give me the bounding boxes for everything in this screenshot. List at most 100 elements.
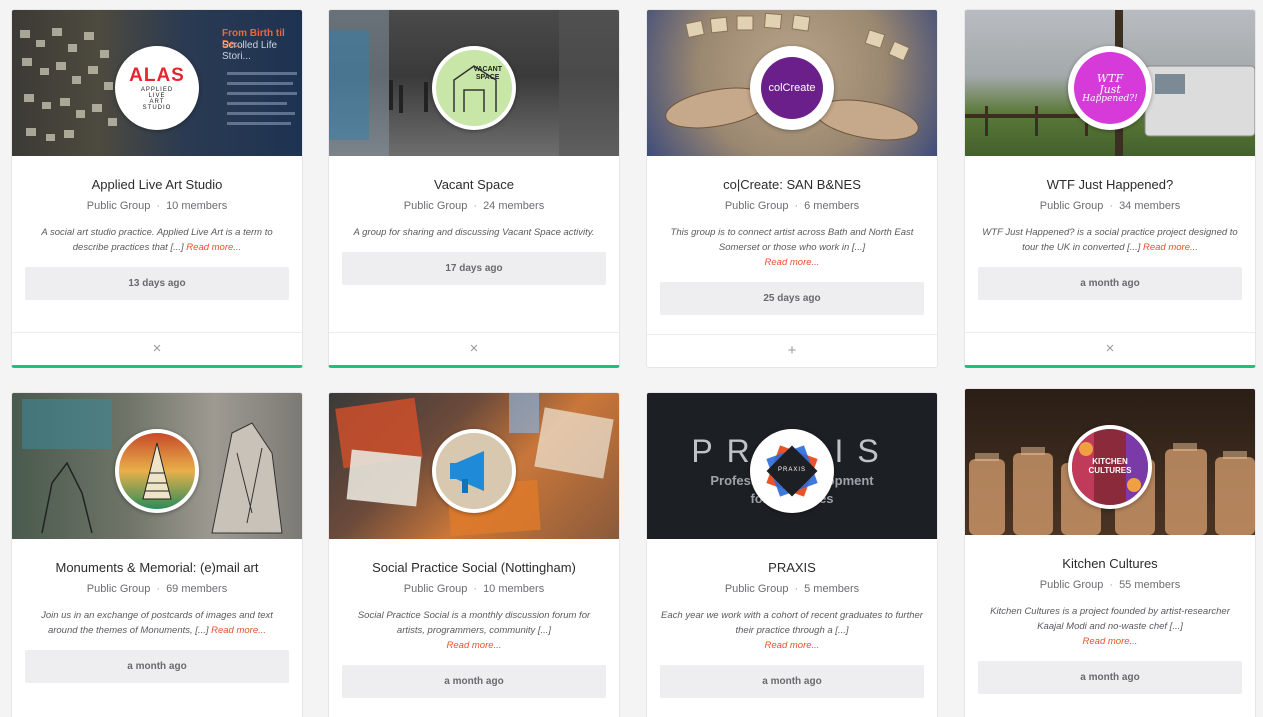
group-avatar[interactable]: colCreate <box>750 46 834 130</box>
logo-text: WTF Just Happened?! <box>1074 52 1146 124</box>
group-cover-image[interactable]: VACANT SPACE <box>329 10 619 156</box>
last-activity: a month ago <box>342 665 606 698</box>
leave-group-button[interactable]: × <box>329 332 619 365</box>
group-card-monuments-memorial[interactable]: Monuments & Memorial: (e)mail art Public… <box>11 392 303 717</box>
megaphone-icon <box>436 433 512 509</box>
group-avatar[interactable] <box>432 429 516 513</box>
group-avatar[interactable]: ALAS APPLIED LIVE ART STUDIO <box>115 46 199 130</box>
group-avatar[interactable]: KITCHEN CULTURES <box>1068 425 1152 509</box>
group-cover-image[interactable] <box>329 393 619 539</box>
read-more-link[interactable]: Read more... <box>1143 242 1198 253</box>
meta-separator: · <box>1109 579 1114 591</box>
last-activity: a month ago <box>660 665 924 698</box>
read-more-link[interactable]: Read more... <box>765 257 820 268</box>
group-type: Public Group <box>403 583 468 595</box>
group-cover-image[interactable]: PRAXIS Professional Development for grad… <box>647 393 937 539</box>
group-avatar[interactable]: PRAXIS <box>750 429 834 513</box>
read-more-link[interactable]: Read more... <box>765 640 820 651</box>
group-type: Public Group <box>724 583 789 595</box>
group-title[interactable]: Social Practice Social (Nottingham) <box>329 560 619 575</box>
logo-line: CULTURES <box>1088 466 1132 475</box>
description-text: A group for sharing and discussing Vacan… <box>353 227 595 238</box>
group-title[interactable]: Monuments & Memorial: (e)mail art <box>12 560 302 575</box>
group-meta: Public Group · 6 members <box>647 200 937 212</box>
logo-line: WTF <box>1096 71 1124 85</box>
group-cover-image[interactable]: WTF Just Happened?! <box>965 10 1255 156</box>
meta-separator: · <box>1109 200 1114 212</box>
meta-separator: · <box>156 583 161 595</box>
meta-separator: · <box>473 583 478 595</box>
last-activity: 13 days ago <box>25 267 289 300</box>
group-description: Each year we work with a cohort of recen… <box>661 608 923 653</box>
group-card-applied-live-art-studio[interactable]: From Birth til De... Scrolled Life Stori… <box>11 9 303 368</box>
group-title[interactable]: co|Create: SAN B&NES <box>647 177 937 192</box>
meta-separator: · <box>473 200 478 212</box>
group-title[interactable]: PRAXIS <box>647 560 937 575</box>
group-members: 34 members <box>1119 200 1181 212</box>
group-description: A social art studio practice. Applied Li… <box>26 225 288 255</box>
description-text: Social Practice Social is a monthly disc… <box>357 610 591 636</box>
group-card-social-practice-social[interactable]: Social Practice Social (Nottingham) Publ… <box>328 392 620 717</box>
group-avatar[interactable]: VACANT SPACE <box>432 46 516 130</box>
group-members: 55 members <box>1119 579 1181 591</box>
group-cover-image[interactable] <box>12 393 302 539</box>
group-title[interactable]: Applied Live Art Studio <box>12 177 302 192</box>
group-card-praxis[interactable]: PRAXIS Professional Development for grad… <box>646 392 938 717</box>
group-description: A group for sharing and discussing Vacan… <box>343 225 605 240</box>
leave-group-button[interactable]: × <box>965 332 1255 365</box>
group-description: This group is to connect artist across B… <box>661 225 923 270</box>
last-activity: a month ago <box>25 650 289 683</box>
close-icon: × <box>469 340 479 357</box>
group-meta: Public Group · 34 members <box>965 200 1255 212</box>
group-card-wtf-just-happened[interactable]: WTF Just Happened?! WTF Just Happened? P… <box>964 9 1256 368</box>
group-title[interactable]: Kitchen Cultures <box>965 556 1255 571</box>
group-description: Social Practice Social is a monthly disc… <box>343 608 605 653</box>
group-members: 10 members <box>483 583 545 595</box>
group-card-vacant-space[interactable]: VACANT SPACE Vacant Space Public Group · 24… <box>328 9 620 368</box>
group-card-cocreate-san-bnes[interactable]: colCreate co|Create: SAN B&NES Public Gr… <box>646 9 938 368</box>
last-activity: 25 days ago <box>660 282 924 315</box>
group-type: Public Group <box>1039 579 1104 591</box>
group-cover-image[interactable]: KITCHEN CULTURES <box>965 389 1255 535</box>
group-title[interactable]: WTF Just Happened? <box>965 177 1255 192</box>
group-card-kitchen-cultures[interactable]: KITCHEN CULTURES Kitchen Cultures Public … <box>964 388 1256 717</box>
group-avatar[interactable] <box>115 429 199 513</box>
group-cover-image[interactable]: colCreate <box>647 10 937 156</box>
logo-text: ALAS <box>129 64 185 86</box>
logo-text: STUDIO <box>142 104 172 111</box>
read-more-link[interactable]: Read more... <box>447 640 502 651</box>
plus-icon: + <box>787 342 797 359</box>
join-group-button[interactable]: + <box>647 334 937 367</box>
read-more-link[interactable]: Read more... <box>186 242 241 253</box>
group-members: 6 members <box>804 200 860 212</box>
read-more-link[interactable]: Read more... <box>211 625 266 636</box>
group-type: Public Group <box>403 200 468 212</box>
read-more-link[interactable]: Read more... <box>1083 636 1138 647</box>
group-members: 10 members <box>166 200 228 212</box>
group-avatar[interactable]: WTF Just Happened?! <box>1068 46 1152 130</box>
meta-separator: · <box>156 200 161 212</box>
group-meta: Public Group · 5 members <box>647 583 937 595</box>
group-type: Public Group <box>86 583 151 595</box>
group-title[interactable]: Vacant Space <box>329 177 619 192</box>
group-meta: Public Group · 24 members <box>329 200 619 212</box>
group-meta: Public Group · 55 members <box>965 579 1255 591</box>
group-type: Public Group <box>86 200 151 212</box>
meta-separator: · <box>794 200 799 212</box>
group-meta: Public Group · 69 members <box>12 583 302 595</box>
group-cover-image[interactable]: From Birth til De... Scrolled Life Stori… <box>12 10 302 156</box>
meta-separator: · <box>794 583 799 595</box>
monument-image-icon <box>142 442 172 500</box>
group-members: 24 members <box>483 200 545 212</box>
close-icon: × <box>152 340 162 357</box>
leave-group-button[interactable]: × <box>12 332 302 365</box>
group-members: 5 members <box>804 583 860 595</box>
group-description: Kitchen Cultures is a project founded by… <box>979 604 1241 649</box>
group-description: WTF Just Happened? is a social practice … <box>979 225 1241 255</box>
description-text: Kitchen Cultures is a project founded by… <box>990 606 1230 632</box>
house-outline-icon <box>453 65 497 112</box>
groups-grid: From Birth til De... Scrolled Life Stori… <box>0 0 1263 717</box>
group-meta: Public Group · 10 members <box>329 583 619 595</box>
last-activity: a month ago <box>978 661 1242 694</box>
logo-text: PRAXIS <box>777 467 806 473</box>
